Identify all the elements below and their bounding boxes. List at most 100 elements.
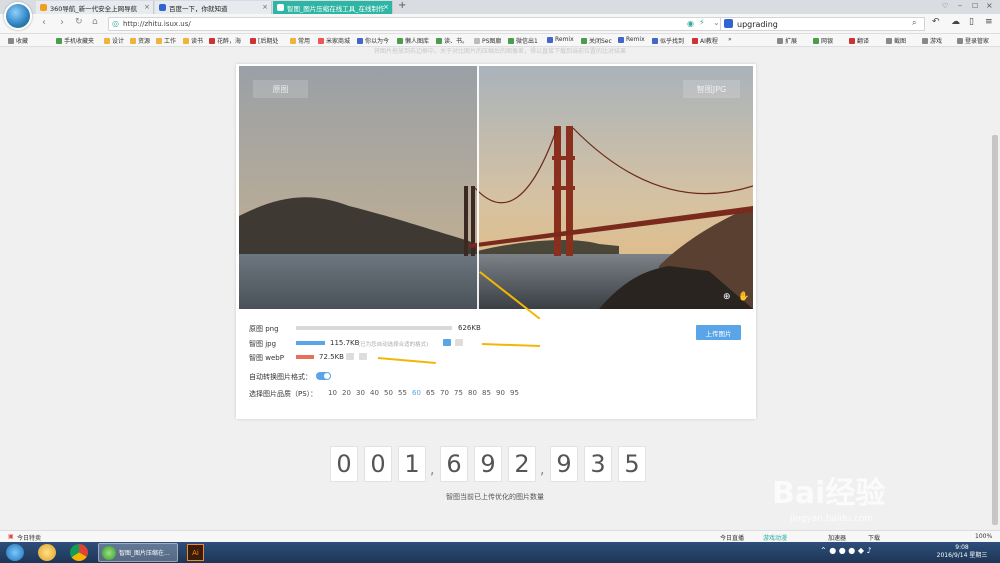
avatar[interactable]: [4, 2, 32, 30]
lightning-icon[interactable]: ⚡: [699, 18, 705, 27]
phone-icon[interactable]: ▯: [969, 17, 974, 27]
bookmark-item[interactable]: PS图廊: [474, 36, 501, 45]
minimize-icon[interactable]: –: [958, 1, 962, 10]
zoom-icon[interactable]: ⊕: [723, 292, 731, 302]
clock[interactable]: 9:08 2016/9/14 星期三: [932, 544, 992, 560]
quality-option-90[interactable]: 90: [496, 389, 505, 397]
bookmark-item[interactable]: 翻译: [849, 36, 869, 45]
bookmark-item[interactable]: 关闭Sec: [581, 36, 612, 45]
deals-link[interactable]: 今日特卖: [17, 533, 41, 542]
tab-baidu[interactable]: 百度一下，你就知道 ×: [155, 1, 272, 14]
bookmark-item[interactable]: 网银: [813, 36, 833, 45]
bookmark-item[interactable]: 截图: [886, 36, 906, 45]
quality-option-10[interactable]: 10: [328, 389, 337, 397]
bookmark-item[interactable]: 花醉，海: [209, 36, 241, 45]
new-tab-button[interactable]: +: [398, 0, 406, 11]
baidu-icon: [159, 4, 166, 11]
bookmark-item[interactable]: 收藏: [8, 36, 28, 45]
more-bookmarks-icon[interactable]: »: [728, 36, 732, 43]
status-live[interactable]: 今日直播: [720, 533, 744, 542]
bookmark-item[interactable]: Remix: [547, 36, 574, 43]
bookmark-item[interactable]: 读书: [183, 36, 203, 45]
bookmark-item[interactable]: 微信出1: [508, 36, 538, 45]
bookmark-item[interactable]: 登录管家: [957, 36, 989, 45]
forward-icon[interactable]: ›: [60, 17, 64, 28]
back-icon[interactable]: ‹: [42, 17, 46, 28]
bookmark-item[interactable]: 手机收藏夹: [56, 36, 94, 45]
auto-convert-toggle[interactable]: [316, 372, 331, 380]
menu-icon[interactable]: ≡: [985, 17, 993, 27]
url-input[interactable]: ◎ http://zhitu.isux.us/ ◉ ⚡ ⌄: [108, 17, 726, 31]
search-icon[interactable]: ⌕: [912, 18, 916, 28]
download-icon[interactable]: [359, 353, 367, 360]
bookmark-item[interactable]: 你以为今: [357, 36, 389, 45]
quality-option-55[interactable]: 55: [398, 389, 407, 397]
bookmark-item[interactable]: [后期处: [250, 36, 278, 45]
bookmark-item[interactable]: 读、书。: [436, 36, 468, 45]
tab-zhitu[interactable]: 智图_图片压缩在线工具_在线制作 ×: [273, 1, 393, 14]
status-accelerator[interactable]: 加速器: [828, 533, 846, 542]
bookmark-item[interactable]: Remix: [618, 36, 645, 43]
upload-button[interactable]: 上传图片: [696, 325, 741, 340]
scrollbar-thumb[interactable]: [992, 135, 998, 525]
view-icon[interactable]: [443, 339, 451, 346]
quality-option-40[interactable]: 40: [370, 389, 379, 397]
zoom-level[interactable]: 100%: [975, 533, 992, 540]
size-jpg: 115.7KB: [330, 339, 360, 347]
tab-360[interactable]: 360导航_新一代安全上网导航 ×: [36, 1, 154, 14]
game-icon[interactable]: [38, 544, 56, 561]
quality-option-80[interactable]: 80: [468, 389, 477, 397]
toggle-knob: [324, 373, 330, 379]
status-games[interactable]: 游戏动漫: [763, 533, 787, 542]
url-text: http://zhitu.isux.us/: [123, 20, 191, 28]
tray-icons[interactable]: ⌃ ● ● ● ◆ ♪: [820, 546, 872, 555]
quality-option-70[interactable]: 70: [440, 389, 449, 397]
quality-option-20[interactable]: 20: [342, 389, 351, 397]
start-icon[interactable]: [6, 544, 24, 561]
quality-option-30[interactable]: 30: [356, 389, 365, 397]
bookmark-item[interactable]: 工作: [156, 36, 176, 45]
quality-option-75[interactable]: 75: [454, 389, 463, 397]
download-icon[interactable]: [455, 339, 463, 346]
bookmark-item[interactable]: 扩展: [777, 36, 797, 45]
taskbar-browser-window[interactable]: 智图_图片压缩在...: [98, 543, 178, 562]
size-webp: 72.5KB: [319, 353, 344, 361]
quality-option-95[interactable]: 95: [510, 389, 519, 397]
illustrator-icon[interactable]: Ai: [187, 544, 204, 561]
bookmark-item[interactable]: 资源: [130, 36, 150, 45]
close-window-icon[interactable]: ×: [986, 1, 993, 10]
chrome-icon[interactable]: [70, 544, 88, 561]
cloud-icon[interactable]: ☁: [951, 17, 960, 27]
view-icon[interactable]: [346, 353, 354, 360]
maximize-icon[interactable]: ☐: [972, 2, 978, 10]
bookmark-item[interactable]: 游戏: [922, 36, 942, 45]
quality-option-85[interactable]: 85: [482, 389, 491, 397]
close-icon[interactable]: ×: [383, 3, 389, 11]
shield-icon[interactable]: ◉: [687, 19, 694, 28]
hand-icon[interactable]: ✋: [738, 292, 749, 302]
search-input[interactable]: upgrading ⌕: [720, 17, 925, 31]
close-icon[interactable]: ×: [144, 3, 150, 11]
counter-digit: 1: [398, 446, 426, 482]
baidu-search-icon: [724, 19, 733, 28]
quality-option-65[interactable]: 65: [426, 389, 435, 397]
shirt-icon[interactable]: ♡: [942, 2, 948, 10]
row-label-png: 原图 png: [249, 325, 279, 333]
bookmark-item[interactable]: 似乎找到: [652, 36, 684, 45]
chevron-down-icon[interactable]: ⌄: [713, 18, 720, 27]
quality-option-50[interactable]: 50: [384, 389, 393, 397]
status-download[interactable]: 下载: [868, 533, 880, 542]
bookmark-item[interactable]: 设计: [104, 36, 124, 45]
bookmark-item[interactable]: 懒人图库: [397, 36, 429, 45]
close-icon[interactable]: ×: [262, 3, 268, 11]
refresh-icon[interactable]: ↻: [75, 17, 83, 27]
watermark-url: jingyan.baidu.com: [790, 514, 874, 524]
counter-digit: 5: [618, 446, 646, 482]
bookmark-item[interactable]: AI教程: [692, 36, 718, 45]
bookmark-item[interactable]: 米家商城: [318, 36, 350, 45]
compare-image[interactable]: [239, 66, 753, 309]
home-icon[interactable]: ⌂: [92, 17, 98, 27]
bookmark-item[interactable]: 常用: [290, 36, 310, 45]
quality-option-60[interactable]: 60: [412, 389, 421, 397]
undo-icon[interactable]: ↶: [932, 17, 940, 27]
